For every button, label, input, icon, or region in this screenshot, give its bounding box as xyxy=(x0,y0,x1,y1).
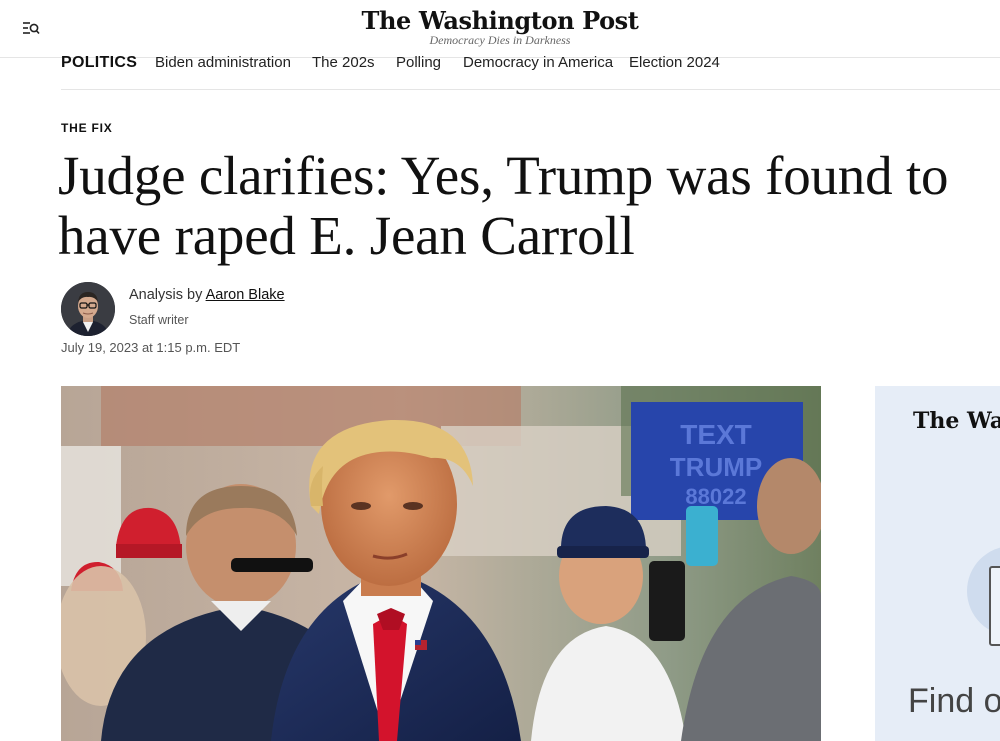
author-role: Staff writer xyxy=(129,313,189,327)
byline-prefix: Analysis by xyxy=(129,287,203,303)
publish-timestamp: July 19, 2023 at 1:15 p.m. EDT xyxy=(61,340,241,355)
masthead-logo[interactable]: The Washington Post xyxy=(320,6,680,36)
ad-logo: The Washington Post xyxy=(913,408,1000,434)
svg-text:88022: 88022 xyxy=(685,484,746,509)
author-avatar[interactable] xyxy=(61,282,115,336)
svg-text:TRUMP: TRUMP xyxy=(670,452,762,482)
author-photo xyxy=(61,282,115,336)
lead-photo[interactable]: TEXT TRUMP 88022 xyxy=(61,386,821,741)
masthead[interactable]: The Washington Post Democracy Dies in Da… xyxy=(320,6,680,47)
author-link[interactable]: Aaron Blake xyxy=(206,287,285,303)
article-kicker[interactable]: THE FIX xyxy=(61,121,113,135)
sidebar-ad[interactable]: The Washington Post Find o xyxy=(875,386,1000,741)
nav-item-biden-administration[interactable]: Biden administration xyxy=(155,54,291,71)
nav-section-politics[interactable]: POLITICS xyxy=(61,54,137,72)
svg-text:TEXT: TEXT xyxy=(680,419,752,450)
section-nav: POLITICS Biden administration The 202s P… xyxy=(61,52,1000,90)
byline-text: Analysis by Aaron Blake xyxy=(129,287,285,303)
article-headline: Judge clarifies: Yes, Trump was found to… xyxy=(58,145,949,266)
nav-item-election-2024[interactable]: Election 2024 xyxy=(629,54,720,71)
menu-search-icon xyxy=(23,22,40,35)
lead-photo-image: TEXT TRUMP 88022 xyxy=(61,386,821,741)
ad-device-graphic xyxy=(989,566,1000,646)
byline: Analysis by Aaron Blake Staff writer xyxy=(61,282,561,338)
ad-text: Find o xyxy=(908,682,1000,720)
nav-item-the-202s[interactable]: The 202s xyxy=(312,54,375,71)
sections-menu-button[interactable] xyxy=(20,18,42,40)
nav-item-polling[interactable]: Polling xyxy=(396,54,441,71)
nav-item-democracy-in-america[interactable]: Democracy in America xyxy=(463,54,613,71)
top-bar: The Washington Post Democracy Dies in Da… xyxy=(0,0,1000,58)
